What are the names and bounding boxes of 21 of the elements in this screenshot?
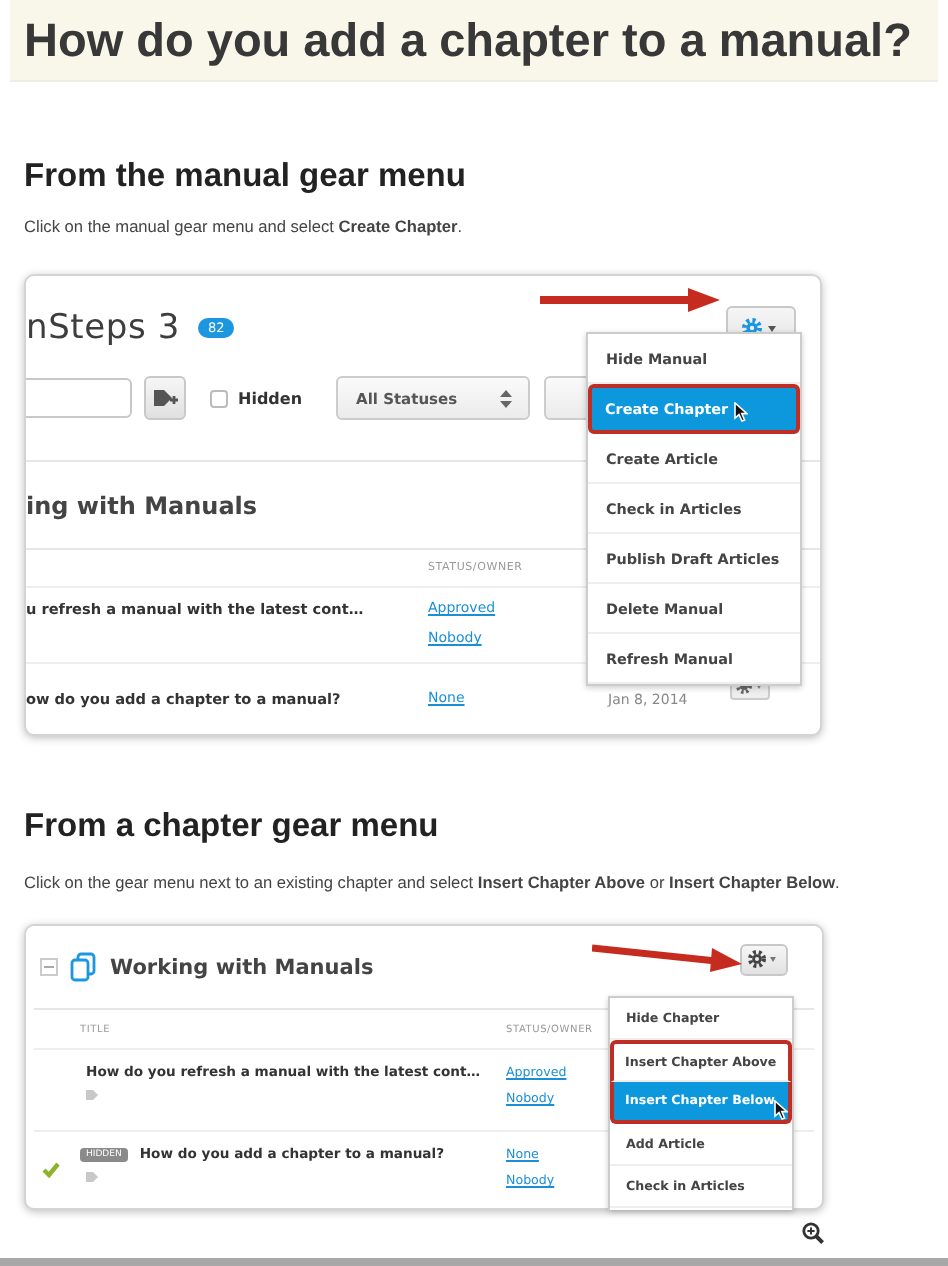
tag-icon — [86, 1090, 98, 1100]
cursor-icon — [734, 402, 748, 422]
instruction-text: Click on the manual gear menu and select Create Chapter. — [24, 216, 465, 238]
documents-icon — [70, 952, 96, 982]
instruction-text: Click on the gear menu next to an existing chapter and select Insert Chapter Above or Insert Chapter Below. — [24, 872, 842, 894]
tag-icon — [86, 1172, 98, 1182]
updown-icon — [500, 389, 513, 407]
add-tag-button[interactable] — [144, 376, 186, 420]
hidden-checkbox[interactable] — [210, 389, 228, 407]
page-title: How do you add a chapter to a manual? — [24, 13, 912, 67]
gear-icon — [748, 950, 780, 968]
section-heading: From the manual gear menu — [24, 156, 468, 196]
chapter-title: Working with Manuals — [110, 955, 374, 979]
zoom-in-icon[interactable] — [802, 1222, 824, 1244]
product-title: nSteps 3 — [26, 308, 180, 348]
search-field[interactable] — [26, 378, 132, 418]
cursor-icon — [774, 1100, 788, 1120]
section-heading: From a chapter gear menu — [24, 806, 441, 846]
gear-menu-button[interactable] — [740, 943, 788, 975]
tag-plus-icon — [152, 388, 178, 408]
checkbox-label: Hidden — [238, 389, 303, 407]
